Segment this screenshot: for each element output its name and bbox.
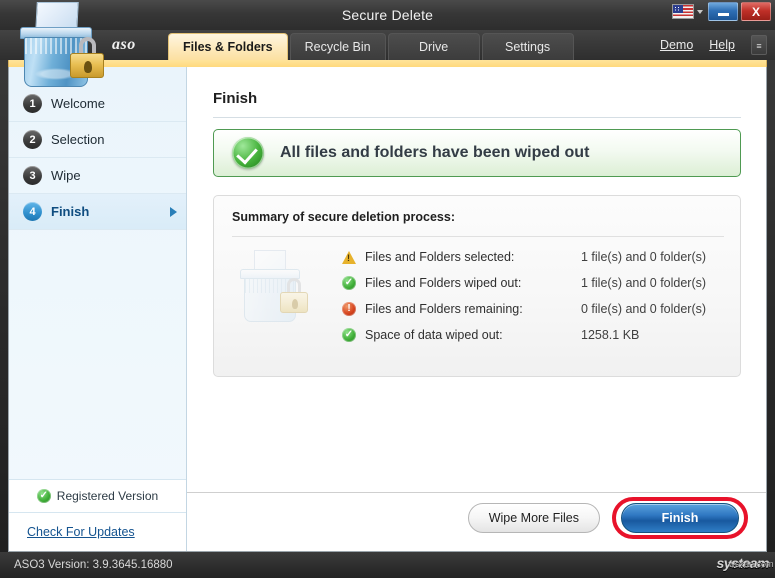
summary-panel: Summary of secure deletion process: File…: [213, 195, 741, 377]
menu-icon: ≡: [756, 42, 761, 51]
success-banner: All files and folders have been wiped ou…: [213, 129, 741, 177]
step-number: 3: [23, 166, 42, 185]
watermark: systeam wsxdn.com: [716, 555, 769, 571]
chevron-down-icon: [697, 10, 703, 14]
sidebar-item-label: Welcome: [51, 96, 105, 111]
content-pane: Finish All files and folders have been w…: [187, 67, 766, 551]
summary-row-remaining: ! Files and Folders remaining: 0 file(s)…: [342, 296, 726, 322]
registered-status: ✓ Registered Version: [9, 479, 186, 513]
summary-title: Summary of secure deletion process:: [232, 210, 455, 224]
padlock-icon: [280, 286, 308, 312]
action-buttons: Wipe More Files Finish: [468, 497, 748, 539]
summary-row-wiped: ✓ Files and Folders wiped out: 1 file(s)…: [342, 270, 726, 296]
summary-row-value: 1 file(s) and 0 folder(s): [581, 276, 706, 290]
finish-button-highlight: Finish: [612, 497, 748, 539]
app-window: Secure Delete X aso Files & Folders Recy…: [0, 0, 775, 578]
sidebar-item-label: Selection: [51, 132, 104, 147]
finish-button[interactable]: Finish: [621, 503, 739, 533]
warning-icon: [342, 251, 356, 264]
sidebar-item-wipe[interactable]: 3 Wipe: [9, 158, 186, 194]
check-for-updates-link[interactable]: Check For Updates: [27, 525, 135, 539]
close-icon: X: [752, 5, 760, 19]
success-icon: ✓: [37, 489, 51, 503]
minimize-button[interactable]: [708, 2, 738, 21]
error-icon: !: [342, 302, 356, 316]
version-text: ASO3 Version: 3.9.3645.16880: [14, 552, 173, 578]
tab-recycle-bin[interactable]: Recycle Bin: [290, 33, 386, 60]
sidebar-item-welcome[interactable]: 1 Welcome: [9, 86, 186, 122]
tab-settings[interactable]: Settings: [482, 33, 574, 60]
chevron-right-icon: [170, 207, 177, 217]
page-title: Finish: [213, 90, 257, 107]
sidebar-item-label: Wipe: [51, 168, 81, 183]
summary-row-label: Space of data wiped out:: [365, 328, 581, 342]
summary-row-value: 0 file(s) and 0 folder(s): [581, 302, 706, 316]
overflow-menu-button[interactable]: ≡: [751, 35, 767, 55]
summary-row-label: Files and Folders selected:: [365, 250, 581, 264]
tab-list: Files & Folders Recycle Bin Drive Settin…: [168, 33, 574, 60]
accent-strip: [8, 60, 767, 67]
step-number: 1: [23, 94, 42, 113]
summary-row-value: 1258.1 KB: [581, 328, 639, 342]
title-divider: [213, 117, 741, 118]
summary-row-selected: Files and Folders selected: 1 file(s) an…: [342, 244, 726, 270]
tab-bar: aso Files & Folders Recycle Bin Drive Se…: [0, 30, 775, 60]
window-title: Secure Delete: [0, 0, 775, 30]
close-button[interactable]: X: [741, 2, 771, 21]
sidebar: 1 Welcome 2 Selection 3 Wipe 4 Finish ✓ …: [9, 67, 187, 551]
help-link[interactable]: Help: [709, 38, 735, 52]
demo-link[interactable]: Demo: [660, 38, 693, 52]
step-number: 2: [23, 130, 42, 149]
step-number: 4: [23, 202, 42, 221]
check-updates-row: Check For Updates: [9, 513, 186, 551]
sidebar-item-finish[interactable]: 4 Finish: [9, 194, 186, 230]
minimize-icon: [718, 13, 729, 16]
help-link-label: Help: [709, 38, 735, 52]
tab-bar-right-actions: Demo Help ≡: [660, 30, 767, 60]
tab-files-and-folders[interactable]: Files & Folders: [168, 33, 288, 61]
main-body: 1 Welcome 2 Selection 3 Wipe 4 Finish ✓ …: [8, 67, 767, 552]
summary-row-space: ✓ Space of data wiped out: 1258.1 KB: [342, 322, 726, 348]
sidebar-top-spacer: [9, 67, 186, 86]
title-bar: Secure Delete X: [0, 0, 775, 30]
summary-row-label: Files and Folders remaining:: [365, 302, 581, 316]
brand-label: aso: [112, 30, 136, 60]
success-banner-text: All files and folders have been wiped ou…: [280, 144, 589, 162]
language-selector[interactable]: [670, 3, 705, 20]
sidebar-footer: ✓ Registered Version Check For Updates: [9, 479, 186, 551]
tab-drive[interactable]: Drive: [388, 33, 480, 60]
us-flag-icon: [672, 4, 694, 19]
success-icon: ✓: [342, 328, 356, 342]
sidebar-item-label: Finish: [51, 204, 89, 219]
registered-label: Registered Version: [57, 489, 158, 503]
sidebar-item-selection[interactable]: 2 Selection: [9, 122, 186, 158]
summary-rows: Files and Folders selected: 1 file(s) an…: [342, 244, 726, 348]
summary-row-value: 1 file(s) and 0 folder(s): [581, 250, 706, 264]
window-controls: X: [670, 2, 771, 21]
watermark-subtext: wsxdn.com: [728, 559, 773, 569]
summary-row-label: Files and Folders wiped out:: [365, 276, 581, 290]
summary-bin-illustration: [232, 250, 324, 342]
footer-divider: [187, 492, 766, 493]
success-icon: ✓: [342, 276, 356, 290]
demo-link-label: Demo: [660, 38, 693, 52]
wipe-more-files-button[interactable]: Wipe More Files: [468, 503, 600, 533]
success-check-icon: [232, 137, 264, 169]
summary-divider: [232, 236, 724, 237]
status-bar: ASO3 Version: 3.9.3645.16880 systeam wsx…: [0, 552, 775, 578]
